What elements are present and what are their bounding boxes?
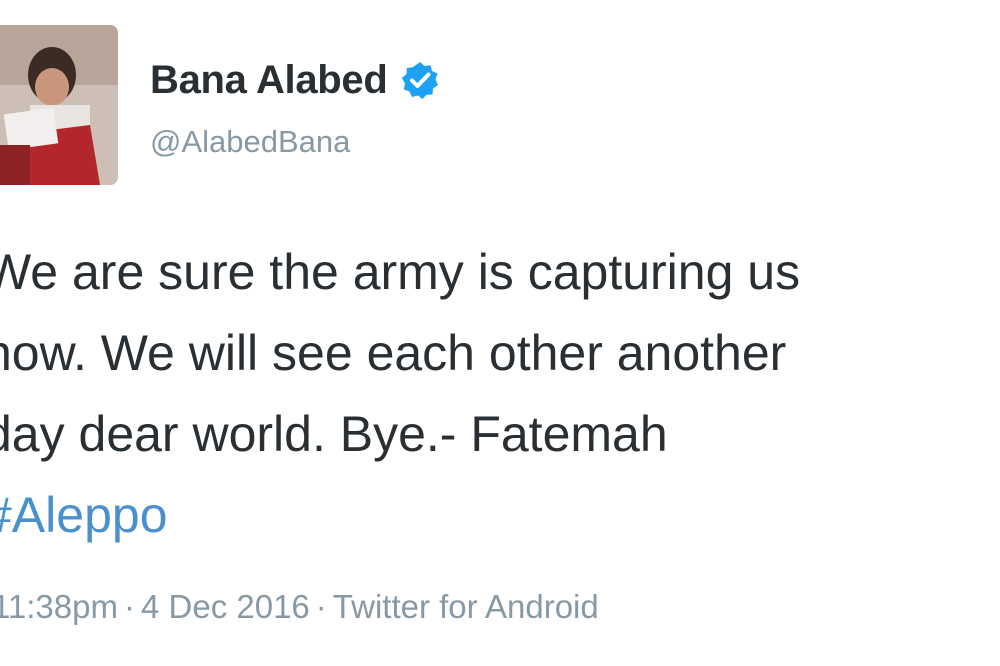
tweet-source[interactable]: Twitter for Android bbox=[333, 588, 599, 625]
meta-separator: · bbox=[315, 588, 327, 625]
display-name[interactable]: Bana Alabed bbox=[150, 58, 388, 103]
avatar[interactable] bbox=[0, 25, 118, 185]
tweet-card: Bana Alabed @AlabedBana We are sure the … bbox=[0, 0, 1000, 666]
tweet-meta: 11:38pm · 4 Dec 2016 · Twitter for Android bbox=[0, 588, 599, 626]
hashtag-link[interactable]: #Aleppo bbox=[0, 487, 168, 543]
meta-separator: · bbox=[123, 588, 135, 625]
tweet-time[interactable]: 11:38pm bbox=[0, 588, 118, 625]
user-name-row: Bana Alabed bbox=[150, 52, 440, 108]
tweet-text-line: now. We will see each other another bbox=[0, 325, 787, 381]
avatar-photo bbox=[0, 25, 118, 185]
tweet-date[interactable]: 4 Dec 2016 bbox=[141, 588, 310, 625]
verified-badge-icon bbox=[400, 60, 440, 100]
tweet-text-line: day dear world. Bye.- Fatemah bbox=[0, 406, 668, 462]
tweet-text-line: We are sure the army is capturing us bbox=[0, 244, 801, 300]
tweet-body: We are sure the army is capturing us now… bbox=[0, 232, 1000, 556]
user-handle[interactable]: @AlabedBana bbox=[150, 124, 350, 160]
